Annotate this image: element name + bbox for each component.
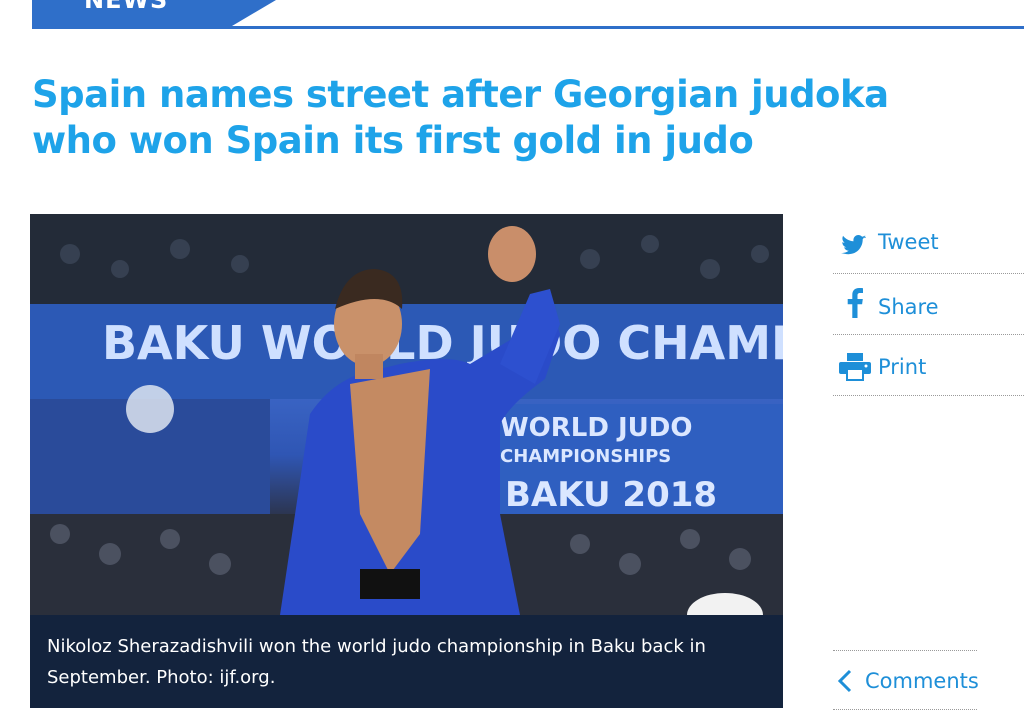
facebook-share-button[interactable]: Share [833,274,1024,335]
section-divider [32,26,1024,29]
facebook-f-icon [847,288,863,322]
comments-label: Comments [865,669,979,693]
twitter-bird-icon [841,235,867,259]
printer-icon [839,353,871,385]
article-page: NEWS Spain names street after Georgian j… [0,0,1024,717]
photo-caption: Nikoloz Sherazadishvili won the world ju… [30,615,783,708]
section-bar: NEWS [32,0,1024,29]
news-tab-slant [232,0,276,26]
news-tab-label: NEWS [84,0,169,14]
comments-button[interactable]: Comments [833,650,979,710]
share-label: Share [878,295,939,319]
print-button[interactable]: Print [833,335,1024,396]
photo-sign-line1: WORLD JUDO [500,413,692,443]
photo-illustration: BAKU WORLD JUDO CHAMPIO WORLD JUDO CHAMP… [30,214,783,615]
article-photo: BAKU WORLD JUDO CHAMPIO WORLD JUDO CHAMP… [30,214,783,615]
chevron-left-icon [837,669,853,697]
photo-sign-line2: CHAMPIONSHIPS [500,446,671,467]
print-label: Print [878,355,927,379]
photo-caption-text: Nikoloz Sherazadishvili won the world ju… [47,636,706,688]
tweet-button[interactable]: Tweet [833,213,1024,274]
tweet-label: Tweet [878,230,939,254]
photo-sign-line3: BAKU 2018 [505,475,717,515]
article-headline: Spain names street after Georgian judoka… [32,73,889,162]
news-tab[interactable]: NEWS [32,0,232,26]
